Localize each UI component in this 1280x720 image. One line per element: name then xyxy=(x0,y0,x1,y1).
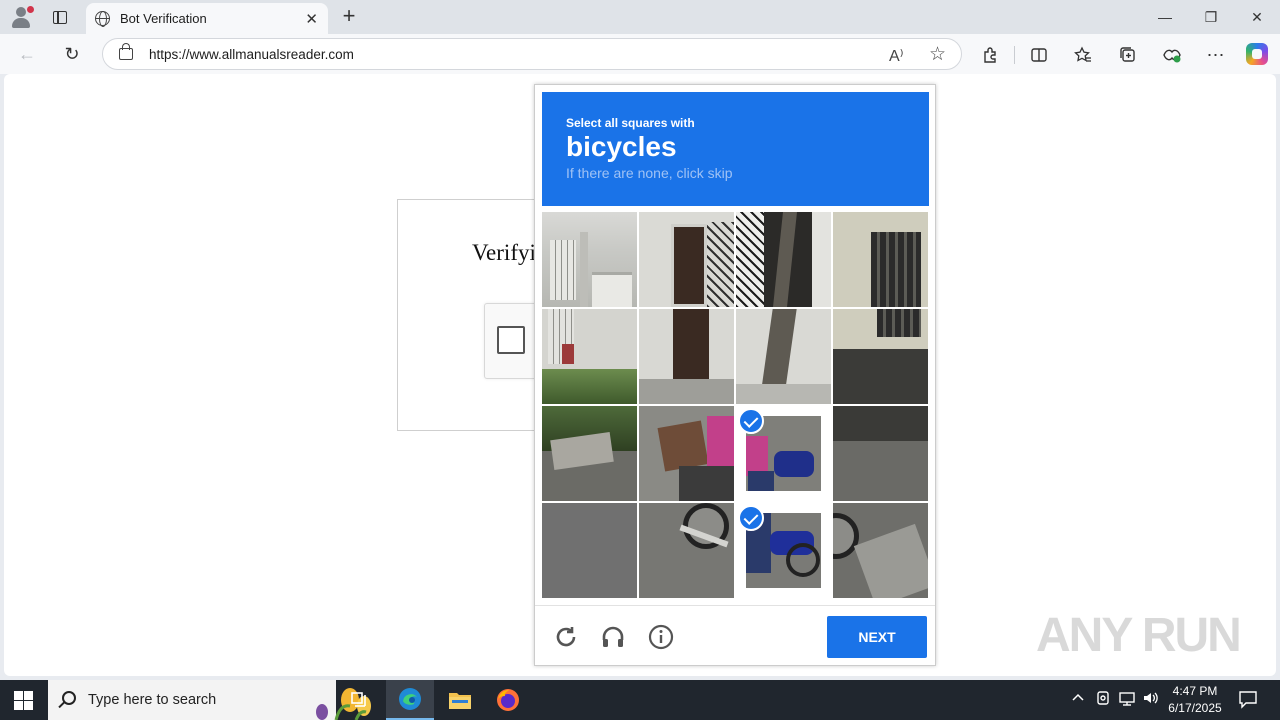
tile-image xyxy=(736,309,831,404)
tile-image xyxy=(639,309,734,404)
more-icon[interactable]: ⋯ xyxy=(1205,44,1227,66)
device-icon[interactable] xyxy=(1095,690,1111,709)
globe-icon xyxy=(95,11,110,27)
captcha-tile-6[interactable] xyxy=(639,309,734,404)
tab-actions-icon[interactable] xyxy=(48,6,72,28)
captcha-tile-10[interactable] xyxy=(639,406,734,501)
tile-image xyxy=(542,212,637,307)
captcha-tile-1[interactable] xyxy=(542,212,637,307)
captcha-instruction: Select all squares with xyxy=(566,116,695,130)
collections-icon[interactable] xyxy=(1117,44,1139,66)
refresh-button[interactable]: ↻ xyxy=(61,43,83,65)
captcha-tile-5[interactable] xyxy=(542,309,637,404)
tile-image xyxy=(833,406,928,501)
start-button[interactable] xyxy=(14,691,33,710)
task-view-icon[interactable] xyxy=(336,680,384,720)
clock-time: 4:47 PM xyxy=(1172,684,1218,698)
taskbar: Type here to search 4:47 PM 6/17/2025 xyxy=(0,680,1280,720)
show-hidden-icons-icon[interactable] xyxy=(1071,690,1085,707)
split-screen-icon[interactable] xyxy=(1028,44,1050,66)
selected-check-icon xyxy=(738,408,764,434)
tile-image xyxy=(639,212,734,307)
clock-date: 6/17/2025 xyxy=(1168,701,1222,715)
volume-icon[interactable] xyxy=(1142,690,1160,709)
tile-image xyxy=(542,309,637,404)
tab-title: Bot Verification xyxy=(120,11,207,26)
close-window-button[interactable]: ✕ xyxy=(1234,0,1280,34)
next-button[interactable]: NEXT xyxy=(827,616,927,658)
maximize-button[interactable]: ❐ xyxy=(1188,0,1234,34)
lock-icon[interactable] xyxy=(119,43,133,60)
watermark-logo: ANY RUN xyxy=(1036,609,1242,662)
captcha-tile-7[interactable] xyxy=(736,309,831,404)
firefox-icon[interactable] xyxy=(484,680,532,720)
url-text[interactable]: https://www.allmanualsreader.com xyxy=(149,47,354,62)
browser-essentials-icon[interactable] xyxy=(1161,44,1183,66)
selected-check-icon xyxy=(738,505,764,531)
captcha-grid xyxy=(542,212,929,599)
tab-bot-verification[interactable]: Bot Verification ✕ xyxy=(86,3,328,34)
tile-image xyxy=(542,406,637,501)
favorite-star-icon[interactable]: ☆ xyxy=(929,43,946,66)
tile-image xyxy=(542,503,637,598)
tile-image xyxy=(639,503,734,598)
file-explorer-icon[interactable] xyxy=(436,680,484,720)
captcha-tile-8[interactable] xyxy=(833,309,928,404)
page-heading: Verifyi xyxy=(472,240,536,265)
audio-icon[interactable] xyxy=(600,624,626,650)
address-bar[interactable]: https://www.allmanualsreader.com A⁾ ☆ xyxy=(102,38,962,70)
tile-image xyxy=(833,212,928,307)
tab-bar: Bot Verification ✕ + — ❐ ✕ xyxy=(0,0,1280,34)
extensions-icon[interactable] xyxy=(980,44,1002,66)
profile-icon[interactable] xyxy=(10,6,34,28)
notifications-icon[interactable] xyxy=(1238,689,1258,712)
taskbar-clock[interactable]: 4:47 PM 6/17/2025 xyxy=(1166,683,1224,717)
captcha-tile-11[interactable] xyxy=(736,406,831,501)
tile-image xyxy=(833,503,928,598)
captcha-tile-14[interactable] xyxy=(639,503,734,598)
network-icon[interactable] xyxy=(1118,690,1136,709)
toolbar-divider xyxy=(1014,46,1015,64)
captcha-tile-4[interactable] xyxy=(833,212,928,307)
tab-close-icon[interactable]: ✕ xyxy=(305,10,318,28)
tile-image xyxy=(833,309,928,404)
taskbar-search[interactable]: Type here to search xyxy=(48,680,371,720)
captcha-tile-16[interactable] xyxy=(833,503,928,598)
search-icon xyxy=(62,691,76,705)
search-placeholder: Type here to search xyxy=(88,692,217,708)
captcha-tile-13[interactable] xyxy=(542,503,637,598)
captcha-hint: If there are none, click skip xyxy=(566,165,733,181)
captcha-challenge: Select all squares with bicycles If ther… xyxy=(534,84,936,666)
browser-toolbar: ← ↻ https://www.allmanualsreader.com A⁾ … xyxy=(0,34,1280,74)
info-icon[interactable] xyxy=(648,624,674,650)
tile-image xyxy=(639,406,734,501)
favorites-icon[interactable] xyxy=(1072,44,1094,66)
captcha-tile-3[interactable] xyxy=(736,212,831,307)
captcha-target: bicycles xyxy=(566,131,677,162)
read-aloud-icon[interactable]: A⁾ xyxy=(889,46,904,66)
captcha-tile-15[interactable] xyxy=(736,503,831,598)
new-tab-button[interactable]: + xyxy=(338,5,360,27)
captcha-footer: NEXT xyxy=(535,605,935,666)
captcha-tile-9[interactable] xyxy=(542,406,637,501)
robot-checkbox[interactable] xyxy=(497,326,525,354)
captcha-tile-2[interactable] xyxy=(639,212,734,307)
captcha-header: Select all squares with bicycles If ther… xyxy=(542,92,929,206)
back-button[interactable]: ← xyxy=(16,43,38,65)
copilot-icon[interactable] xyxy=(1246,43,1268,65)
edge-app-icon[interactable] xyxy=(386,680,434,720)
captcha-tile-12[interactable] xyxy=(833,406,928,501)
reload-icon[interactable] xyxy=(553,624,579,650)
minimize-button[interactable]: — xyxy=(1142,0,1188,34)
tile-image xyxy=(736,212,831,307)
